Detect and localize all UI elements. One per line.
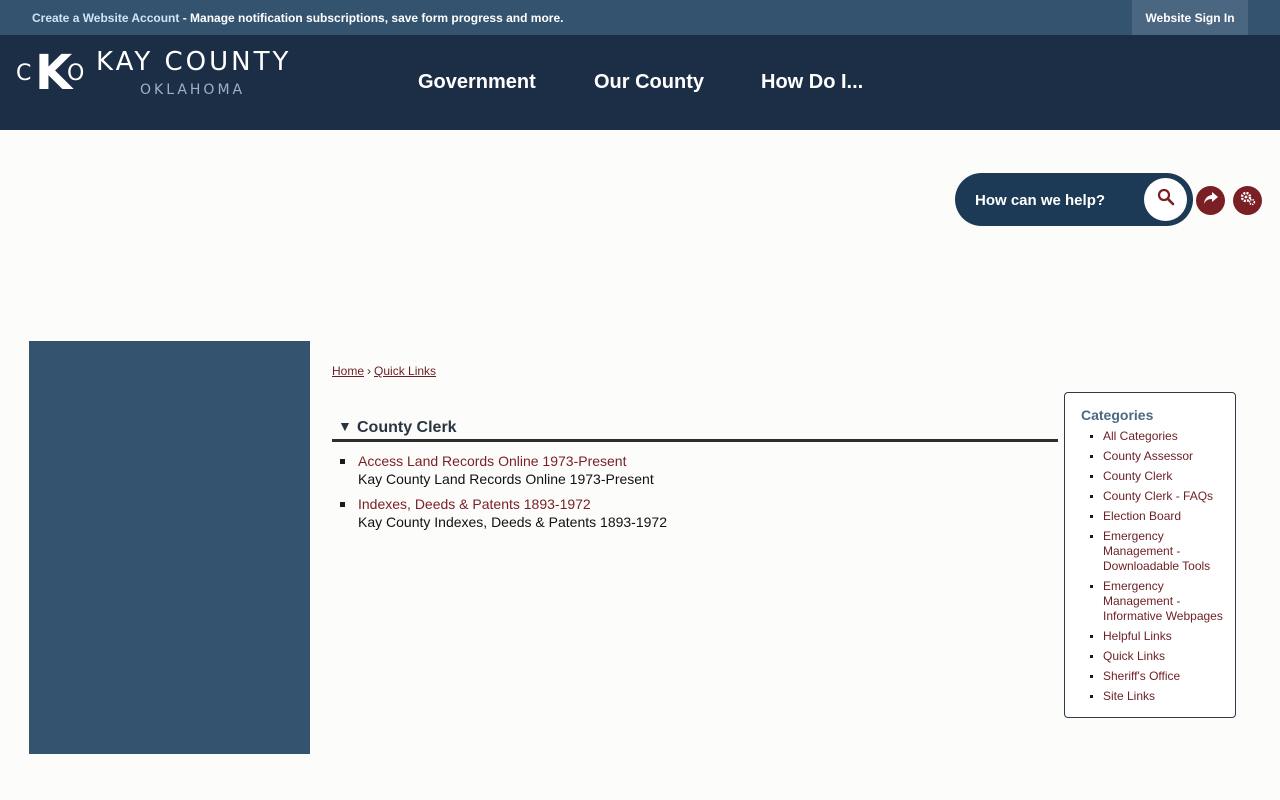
category-link[interactable]: Helpful Links — [1103, 629, 1172, 643]
category-item: County Clerk — [1081, 469, 1233, 484]
nav-our-county[interactable]: Our County — [594, 71, 704, 94]
settings-button[interactable] — [1233, 186, 1262, 215]
collapse-toggle-icon[interactable]: ▼ — [338, 418, 352, 434]
kay-county-logo[interactable]: C K O KAY COUNTY OKLAHOMA — [16, 45, 296, 101]
category-link[interactable]: County Clerk - FAQs — [1103, 489, 1213, 503]
quick-link-description: Kay County Land Records Online 1973-Pres… — [358, 471, 654, 487]
category-link[interactable]: County Clerk — [1103, 469, 1172, 483]
logo-letter-o: O — [67, 61, 85, 86]
share-icon — [1203, 191, 1219, 210]
share-button[interactable] — [1196, 186, 1225, 215]
category-link[interactable]: All Categories — [1103, 429, 1178, 443]
nav-government[interactable]: Government — [418, 71, 536, 94]
quick-link-title[interactable]: Access Land Records Online 1973-Present — [358, 452, 1052, 470]
quick-link-title[interactable]: Indexes, Deeds & Patents 1893-1972 — [358, 495, 1052, 513]
account-message: Create a Website Account - Manage notifi… — [32, 11, 563, 25]
side-panel — [29, 341, 310, 754]
categories-title: Categories — [1081, 407, 1154, 423]
category-item: Emergency Management - Informative Webpa… — [1081, 579, 1233, 624]
category-link[interactable]: Quick Links — [1103, 649, 1165, 663]
settings-icon — [1239, 190, 1257, 211]
search-icon — [1157, 188, 1175, 211]
create-account-link[interactable]: Create a Website Account — [32, 11, 179, 25]
section-header-county-clerk[interactable]: ▼ County Clerk — [332, 417, 1058, 442]
categories-panel: Categories All Categories County Assesso… — [1064, 392, 1236, 718]
top-bar: Create a Website Account - Manage notifi… — [0, 0, 1280, 35]
list-item: Access Land Records Online 1973-Present … — [332, 452, 1052, 488]
category-link[interactable]: County Assessor — [1103, 449, 1193, 463]
category-link[interactable]: Sheriff's Office — [1103, 669, 1180, 683]
breadcrumb-quick-links[interactable]: Quick Links — [374, 364, 436, 378]
category-item: Site Links — [1081, 689, 1233, 704]
logo-county-name: KAY COUNTY — [96, 47, 292, 77]
breadcrumb-home[interactable]: Home — [332, 364, 364, 378]
category-link[interactable]: Emergency Management - Downloadable Tool… — [1103, 529, 1210, 573]
search-button[interactable] — [1144, 178, 1187, 221]
account-message-text: - Manage notification subscriptions, sav… — [179, 11, 564, 25]
category-item: Helpful Links — [1081, 629, 1233, 644]
category-item: County Assessor — [1081, 449, 1233, 464]
category-item: Sheriff's Office — [1081, 669, 1233, 684]
section-title: County Clerk — [357, 419, 457, 436]
quick-link-description: Kay County Indexes, Deeds & Patents 1893… — [358, 514, 667, 530]
category-item: Quick Links — [1081, 649, 1233, 664]
logo-state-name: OKLAHOMA — [140, 82, 246, 98]
search-box — [955, 173, 1193, 226]
logo-letter-c: C — [16, 61, 32, 86]
quick-links-list: Access Land Records Online 1973-Present … — [332, 452, 1052, 538]
category-link[interactable]: Site Links — [1103, 689, 1155, 703]
breadcrumb: Home › Quick Links — [332, 364, 436, 378]
site-header: C K O KAY COUNTY OKLAHOMA Government Our… — [0, 35, 1280, 130]
nav-how-do-i[interactable]: How Do I... — [761, 71, 863, 94]
category-item: All Categories — [1081, 429, 1233, 444]
category-item: Election Board — [1081, 509, 1233, 524]
category-item: Emergency Management - Downloadable Tool… — [1081, 529, 1233, 574]
website-sign-in-button[interactable]: Website Sign In — [1132, 0, 1248, 35]
category-link[interactable]: Emergency Management - Informative Webpa… — [1103, 579, 1223, 623]
search-input[interactable] — [975, 189, 1135, 211]
breadcrumb-separator: › — [367, 364, 372, 378]
list-item: Indexes, Deeds & Patents 1893-1972 Kay C… — [332, 495, 1052, 531]
category-link[interactable]: Election Board — [1103, 509, 1181, 523]
categories-list: All Categories County Assessor County Cl… — [1081, 429, 1233, 709]
category-item: County Clerk - FAQs — [1081, 489, 1233, 504]
